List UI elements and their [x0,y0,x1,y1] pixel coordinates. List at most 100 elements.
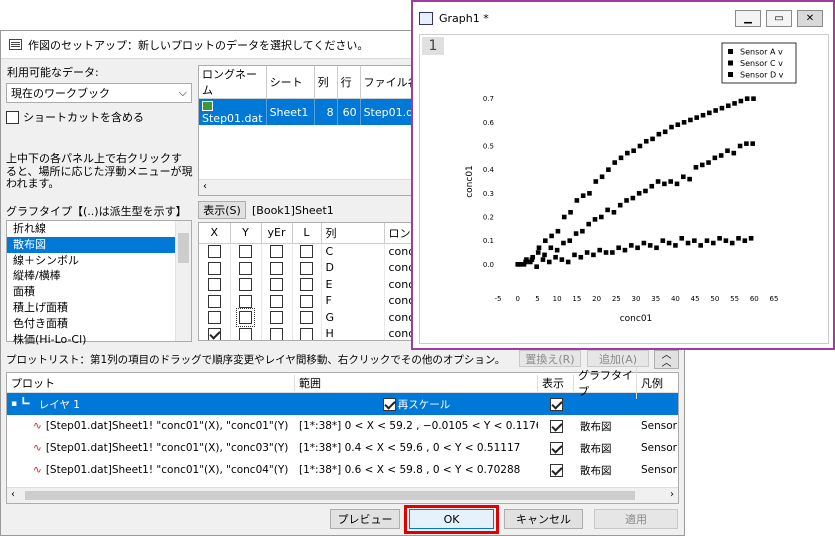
data-point [554,247,560,253]
list-item[interactable]: 縦棒/横棒 [7,268,191,284]
table-row[interactable]: Cconc [199,243,413,260]
scroll-thumb[interactable] [178,233,189,263]
plot-type[interactable]: 散布図 [574,463,637,478]
graph-type-scrollbar[interactable] [175,221,191,341]
plot-row[interactable]: ∿ [Step01.dat]Sheet1! "conc01"(X), "conc… [7,459,678,481]
y-checkbox[interactable] [236,308,255,327]
rescale-checkbox[interactable] [382,397,396,411]
plot-row[interactable]: ∿ [Step01.dat]Sheet1! "conc01"(X), "conc… [7,437,678,459]
list-item[interactable]: 色付き面積 [7,316,191,332]
available-data-dropdown[interactable]: 現在のワークブック ⌵ [6,83,192,103]
table-row[interactable]: Dconc [199,259,413,276]
scroll-right-icon[interactable]: › [670,489,674,500]
book-table-row[interactable]: Step01.dat Sheet1 8 60 Step01.da [199,98,413,125]
book-col-header[interactable]: ファイル名 [360,66,413,99]
l-checkbox[interactable] [300,245,313,259]
y-checkbox[interactable] [239,261,252,275]
yerr-checkbox[interactable] [270,278,283,291]
yerr-checkbox[interactable] [270,327,283,340]
maximize-icon[interactable]: ▭ [766,10,792,27]
y-checkbox[interactable] [239,245,252,259]
table-row[interactable]: Gconc [199,308,413,327]
graph-titlebar[interactable]: Graph1 * ▁ ▭ ✕ [413,2,833,34]
list-item[interactable]: 線＋シンボル [7,253,191,269]
col-header-x[interactable]: X [199,223,231,244]
l-checkbox[interactable] [300,311,313,324]
scroll-left-icon[interactable]: ‹ [11,489,15,500]
yerr-checkbox[interactable] [270,294,283,308]
x-checkbox[interactable] [207,278,221,291]
show-col-header[interactable]: 表示 [538,374,574,391]
scatter-chart[interactable]: -5 0 5 10 15 20 25 30 35 40 45 50 55 60 65 0.0 0.1 0.2 0.3… [420,35,828,343]
plot-row[interactable]: ∿ [Step01.dat]Sheet1! "conc01"(X), "conc… [7,415,678,437]
col-header-l[interactable]: L [292,223,322,244]
plot-col-header[interactable]: プロット [7,374,295,391]
type-col-header[interactable]: グラフタイプ [574,366,637,399]
close-icon[interactable]: ✕ [797,10,823,27]
x-checkbox[interactable] [207,261,221,275]
y-checkbox[interactable] [239,327,252,340]
plot-legend[interactable]: Sensor [637,464,677,476]
shortcut-checkbox[interactable] [6,110,19,124]
l-checkbox[interactable] [300,278,313,291]
book-col-header[interactable]: ロングネーム [199,66,267,99]
y-checkbox[interactable] [239,278,252,291]
plot-show-checkbox[interactable] [549,419,563,433]
table-row[interactable]: Fconc [199,292,413,309]
col-header-yerr[interactable]: yEr [261,223,293,244]
book-table-hscrollbar[interactable]: ‹ [199,179,413,195]
minimize-icon[interactable]: ▁ [735,10,761,27]
table-row[interactable]: Hconc [199,325,413,340]
graph-type-list[interactable]: 折れ線 散布図 線＋シンボル 縦棒/横棒 面積 積上げ面積 色付き面積 株価(H… [6,220,192,346]
x-checkbox[interactable] [207,294,221,308]
book-col-header[interactable]: シート [266,66,315,99]
x-checkbox[interactable] [207,245,221,259]
l-checkbox[interactable] [300,294,313,308]
collapse-toggle-icon[interactable]: ▪ [11,399,17,409]
plot-type[interactable]: 散布図 [574,419,637,434]
list-item[interactable]: 面積 [7,284,191,300]
l-checkbox[interactable] [300,261,313,275]
book-col-header[interactable]: 列 [314,66,338,99]
table-row[interactable]: Econc [199,276,413,293]
data-point [535,250,541,255]
apply-button[interactable]: 適用 [594,509,678,529]
col-header-column[interactable]: 列 [321,223,385,244]
scroll-thumb[interactable] [25,491,635,500]
add-button[interactable]: 追加(A) [587,350,649,367]
plot-show-checkbox[interactable] [549,441,563,455]
show-button[interactable]: 表示(S) [198,201,246,219]
yerr-checkbox[interactable] [270,245,283,259]
data-point [732,101,737,106]
list-item[interactable]: 散布図 [7,236,175,253]
book-col-header[interactable]: 行 [337,66,361,99]
yerr-checkbox[interactable] [270,261,283,275]
ok-button[interactable]: OK [409,509,494,529]
plot-show-checkbox[interactable] [549,463,563,477]
list-item[interactable]: 株価(Hi-Lo-Cl) [7,332,191,348]
x-checkbox[interactable] [207,311,221,324]
preview-button[interactable]: プレビュー [330,509,400,529]
graph-page[interactable]: 1 -5 0 5 10 15 20 25 30 35 40 45 50 55 60 65 0.0 0.1 0.2 0… [419,34,829,344]
plot-list-hscrollbar[interactable]: ‹ › [7,487,678,503]
plot-type[interactable]: 散布図 [574,441,637,456]
col-header-long[interactable]: ロング [384,223,413,244]
legend-col-header[interactable]: 凡例 [637,375,663,391]
list-item[interactable]: 積上げ面積 [7,300,191,316]
legend-marker [728,72,733,77]
shortcut-checkbox-row[interactable]: ショートカットを含める [6,109,144,125]
cancel-button[interactable]: キャンセル [504,509,583,529]
yerr-checkbox[interactable] [270,311,283,324]
collapse-button[interactable]: ︿ ︿ [654,350,679,369]
x-checkbox[interactable] [207,327,221,340]
layer-show-checkbox[interactable] [549,397,563,411]
plot-legend[interactable]: Sensor [637,442,677,454]
l-checkbox[interactable] [300,327,313,340]
replace-button[interactable]: 置換え(R) [519,350,581,367]
range-col-header[interactable]: 範囲 [295,374,538,391]
y-checkbox[interactable] [239,294,252,308]
plot-legend[interactable]: Sensor [637,420,677,432]
scroll-left-icon[interactable]: ‹ [203,181,207,192]
col-header-y[interactable]: Y [230,223,262,244]
list-item[interactable]: 折れ線 [7,221,191,237]
